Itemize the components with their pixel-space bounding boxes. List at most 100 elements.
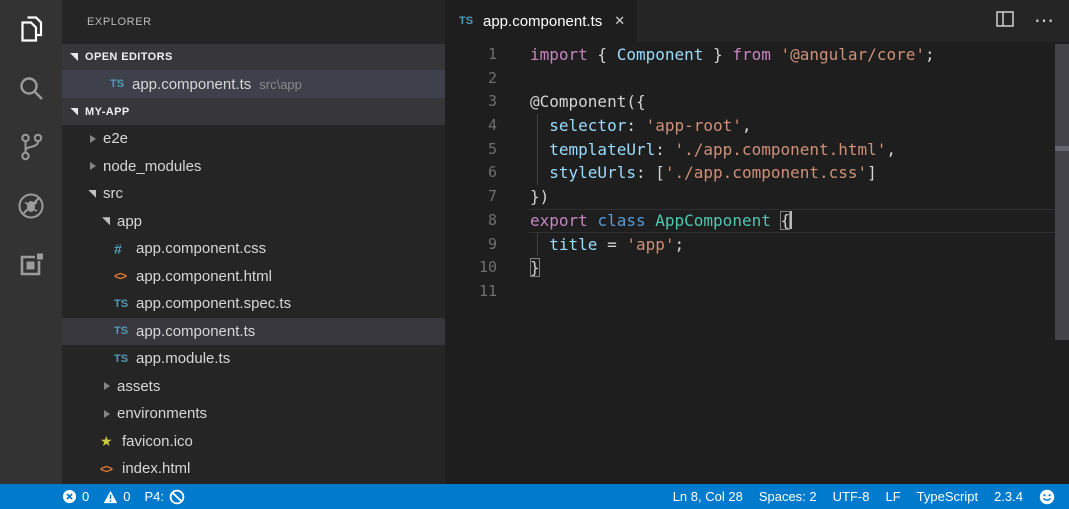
line-number: 11 — [445, 280, 497, 304]
tree-item-label: node_modules — [103, 158, 201, 175]
line-number: 3 — [445, 90, 497, 114]
status-cursor-position[interactable]: Ln 8, Col 28 — [673, 489, 743, 504]
line-number: 5 — [445, 138, 497, 162]
code-line-8[interactable]: 8export class AppComponent { — [445, 209, 1069, 233]
activity-bar-item-extensions[interactable] — [0, 238, 62, 297]
folder-collapsed-twistie-icon — [100, 380, 114, 392]
status-warnings[interactable]: 0 — [103, 489, 130, 504]
activity-bar-item-source-control[interactable] — [0, 120, 62, 179]
tree-folder-src[interactable]: src — [62, 180, 445, 208]
tree-folder-app[interactable]: app — [62, 208, 445, 236]
scrollbar-cursor-decoration — [1055, 146, 1069, 151]
tree-folder-e2e[interactable]: e2e — [62, 125, 445, 153]
open-editor-description: src\app — [259, 77, 302, 92]
star-file-icon: ★ — [100, 433, 122, 450]
debug-icon — [16, 191, 46, 226]
tree-item-label: app.module.ts — [136, 350, 230, 367]
tree-file-app.component.html[interactable]: <>app.component.html — [62, 263, 445, 291]
open-editors-header-label: OPEN EDITORS — [85, 51, 173, 63]
more-actions-icon[interactable]: ⋯ — [1034, 16, 1055, 26]
editor-scrollbar[interactable] — [1055, 44, 1069, 340]
folder-collapsed-twistie-icon — [86, 133, 100, 145]
status-language-mode[interactable]: TypeScript — [917, 489, 978, 504]
sidebar-title: EXPLORER — [62, 0, 445, 44]
status-encoding[interactable]: UTF-8 — [833, 489, 870, 504]
line-number: 7 — [445, 185, 497, 209]
status-indentation[interactable]: Spaces: 2 — [759, 489, 817, 504]
tree-folder-node_modules[interactable]: node_modules — [62, 153, 445, 181]
code-editor[interactable]: 1import { Component } from '@angular/cor… — [445, 42, 1069, 484]
code-line-6[interactable]: 6 styleUrls: ['./app.component.css'] — [445, 161, 1069, 185]
tree-file-app.module.ts[interactable]: TSapp.module.ts — [62, 345, 445, 373]
line-content: @Component({ — [530, 90, 646, 114]
tree-item-label: app.component.spec.ts — [136, 295, 291, 312]
line-content: selector: 'app-root', — [530, 114, 752, 138]
tree-file-app.component.spec.ts[interactable]: TSapp.component.spec.ts — [62, 290, 445, 318]
line-number: 9 — [445, 233, 497, 257]
extensions-icon — [17, 251, 45, 284]
code-content: 1import { Component } from '@angular/cor… — [445, 42, 1069, 304]
close-icon[interactable]: ✕ — [614, 13, 625, 29]
status-errors[interactable]: 0 — [62, 489, 89, 504]
code-line-5[interactable]: 5 templateUrl: './app.component.html', — [445, 138, 1069, 162]
tree-folder-environments[interactable]: environments — [62, 400, 445, 428]
split-editor-icon[interactable] — [996, 11, 1014, 32]
editor-area: TS app.component.ts ✕ ⋯ 1import { Compon… — [445, 0, 1069, 484]
line-content: export class AppComponent { — [530, 209, 792, 233]
activity-bar-item-explorer[interactable] — [0, 2, 62, 61]
html-file-icon: <> — [114, 269, 136, 283]
status-cursor-position-label: Ln 8, Col 28 — [673, 489, 743, 504]
code-line-1[interactable]: 1import { Component } from '@angular/cor… — [445, 43, 1069, 67]
line-number: 1 — [445, 43, 497, 67]
code-line-2[interactable]: 2 — [445, 67, 1069, 91]
editor-actions: ⋯ — [996, 0, 1069, 42]
tree-file-index.html[interactable]: <>index.html — [62, 455, 445, 483]
tree-item-label: environments — [117, 405, 207, 422]
code-line-11[interactable]: 11 — [445, 280, 1069, 304]
line-number: 10 — [445, 256, 497, 280]
open-editors-section-header[interactable]: OPEN EDITORS — [62, 44, 445, 70]
activity-bar-item-search[interactable] — [0, 61, 62, 120]
explorer-sidebar: EXPLORER OPEN EDITORS TSapp.component.ts… — [62, 0, 445, 484]
status-eol[interactable]: LF — [885, 489, 900, 504]
tree-folder-assets[interactable]: assets — [62, 373, 445, 401]
status-bar: 00 P4: Ln 8, Col 28 Spaces: 2 UTF-8 LF TypeSc… — [0, 484, 1069, 509]
status-language-mode-label: TypeScript — [917, 489, 978, 504]
code-line-10[interactable]: 10} — [445, 256, 1069, 280]
tree-file-app.component.ts[interactable]: TSapp.component.ts — [62, 318, 445, 346]
project-section-header[interactable]: MY-APP — [62, 98, 445, 125]
css-file-icon: # — [114, 241, 136, 257]
status-ts-version[interactable]: 2.3.4 — [994, 489, 1023, 504]
source-control-icon — [18, 132, 45, 167]
project-header-label: MY-APP — [85, 106, 130, 118]
code-line-3[interactable]: 3 @Component({ — [445, 90, 1069, 114]
tab-bar: TS app.component.ts ✕ ⋯ — [445, 0, 1069, 42]
code-line-4[interactable]: 4 selector: 'app-root', — [445, 114, 1069, 138]
tree-item-label: favicon.ico — [122, 433, 193, 450]
open-editors-list: TSapp.component.tssrc\app — [62, 70, 445, 98]
open-editor-label: app.component.ts — [132, 76, 251, 93]
code-line-7[interactable]: 7}) — [445, 185, 1069, 209]
status-perforce[interactable]: P4: — [144, 489, 185, 505]
activity-bar-item-debug[interactable] — [0, 179, 62, 238]
line-number: 2 — [445, 67, 497, 91]
error-icon — [62, 489, 77, 504]
tab-app-component-ts[interactable]: TS app.component.ts ✕ — [445, 0, 637, 42]
tree-file-app.component.css[interactable]: #app.component.css — [62, 235, 445, 263]
line-content: title = 'app'; — [530, 233, 684, 257]
tree-item-label: e2e — [103, 130, 128, 147]
status-encoding-label: UTF-8 — [833, 489, 870, 504]
open-editor-item[interactable]: TSapp.component.tssrc\app — [62, 70, 445, 98]
status-feedback[interactable] — [1039, 489, 1055, 505]
line-content: templateUrl: './app.component.html', — [530, 138, 896, 162]
folder-expanded-twistie-icon — [100, 215, 114, 227]
line-number: 4 — [445, 114, 497, 138]
status-bar-right: Ln 8, Col 28 Spaces: 2 UTF-8 LF TypeScript 2.… — [673, 489, 1055, 505]
ts-file-icon: TS — [114, 353, 136, 365]
code-line-9[interactable]: 9 title = 'app'; — [445, 233, 1069, 257]
ts-file-icon: TS — [114, 298, 136, 310]
tree-file-favicon.ico[interactable]: ★favicon.ico — [62, 428, 445, 456]
ts-file-icon: TS — [114, 325, 136, 337]
line-content: styleUrls: ['./app.component.css'] — [530, 161, 877, 185]
status-eol-label: LF — [885, 489, 900, 504]
